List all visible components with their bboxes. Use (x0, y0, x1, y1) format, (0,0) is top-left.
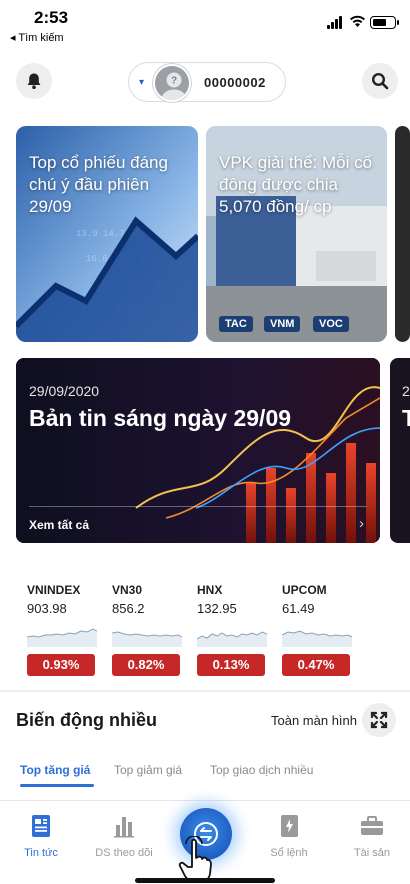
order-book-icon (281, 815, 298, 837)
tab-top-losers[interactable]: Top giảm giá (114, 763, 182, 777)
index-sparkline (197, 631, 267, 647)
stock-tag[interactable]: TAC (219, 316, 253, 332)
index-value: 132.95 (197, 601, 237, 616)
nav-label: Tài sản (353, 847, 391, 859)
nav-assets[interactable]: Tài sản (336, 813, 408, 863)
nav-watchlist[interactable]: DS theo dõi (88, 813, 160, 863)
bulletin-date: 29/09/2020 (29, 383, 100, 399)
news-title: Top cổ phiếu đáng chú ý đầu phiên 29/09 (29, 153, 168, 216)
index-sparkline (112, 631, 182, 647)
nav-news[interactable]: Tin tức (5, 813, 77, 863)
avatar-placeholder-glyph: ? (171, 76, 177, 87)
index-name: UPCOM (282, 583, 327, 597)
divider (29, 506, 367, 507)
search-button[interactable] (362, 63, 398, 99)
nav-label: DS theo dõi (95, 847, 153, 859)
avatar: ? (153, 64, 191, 102)
back-to-search-link[interactable]: ◂ Tìm kiếm (10, 31, 64, 44)
chevron-right-icon: › (359, 515, 364, 532)
view-all-link[interactable]: Xem tất cả (29, 518, 89, 532)
index-tile-upcom[interactable]: UPCOM 61.49 0.47% (282, 583, 352, 677)
status-bar: 2:53 ◂ Tìm kiếm (0, 0, 410, 50)
battery-icon (370, 16, 399, 29)
index-name: HNX (197, 583, 223, 597)
bell-icon (27, 73, 41, 89)
index-change-badge: 0.13% (197, 654, 265, 676)
fullscreen-button[interactable] (362, 703, 396, 737)
cellular-signal-icon (327, 16, 345, 29)
index-change-badge: 0.47% (282, 654, 350, 676)
peek-title: T (402, 405, 410, 431)
section-title: Biến động nhiều (16, 710, 157, 730)
index-sparkline (27, 628, 97, 647)
stock-tag[interactable]: VOC (313, 316, 349, 332)
news-card[interactable]: 13.9 14.7 8516.6 17.2 5.4 19.9 18.3 3.61… (16, 126, 198, 342)
index-value: 903.98 (27, 601, 67, 616)
chevron-down-icon: ▾ (139, 77, 145, 88)
index-change-badge: 0.93% (27, 654, 95, 676)
active-tab-indicator (20, 784, 94, 787)
search-icon (371, 72, 389, 90)
section-divider (0, 690, 410, 692)
expand-icon (370, 711, 388, 729)
tab-top-volume[interactable]: Top giao dịch nhiều (210, 763, 313, 777)
bulletin-card-peek[interactable]: 2 T (390, 358, 410, 543)
stock-tag[interactable]: VNM (264, 316, 301, 332)
fullscreen-label[interactable]: Toàn màn hình (271, 713, 357, 728)
index-name: VN30 (112, 583, 143, 597)
nav-order-book[interactable]: Sổ lệnh (253, 813, 325, 863)
index-value: 856.2 (112, 601, 145, 616)
bar-chart-icon (114, 817, 134, 838)
index-value: 61.49 (282, 601, 315, 616)
index-sparkline (282, 630, 352, 647)
morning-bulletin-card[interactable]: 29/09/2020 Bản tin sáng ngày 29/09 Xem t… (16, 358, 380, 543)
briefcase-icon (361, 816, 383, 835)
tap-hand-icon (178, 836, 212, 883)
notifications-button[interactable] (16, 63, 52, 99)
index-tile-vnindex[interactable]: VNINDEX 903.98 0.93% (27, 583, 97, 677)
home-indicator (135, 878, 275, 883)
peek-date: 2 (402, 383, 410, 399)
status-time: 2:53 (34, 8, 69, 27)
news-title: VPK giải thể: Mỗi cổ đông được chia 5,07… (219, 153, 373, 216)
index-change-badge: 0.82% (112, 654, 180, 676)
account-selector[interactable]: ▾ ? 00000002 (128, 62, 286, 102)
wifi-icon (350, 15, 365, 27)
index-tile-vn30[interactable]: VN30 856.2 0.82% (112, 583, 182, 677)
news-card-peek[interactable] (395, 126, 410, 342)
news-card[interactable]: VPK giải thể: Mỗi cổ đông được chia 5,07… (206, 126, 387, 342)
bulletin-title: Bản tin sáng ngày 29/09 (29, 405, 292, 431)
news-icon (32, 815, 50, 837)
nav-label: Sổ lệnh (270, 847, 308, 859)
account-id: 00000002 (204, 75, 266, 90)
nav-label: Tin tức (24, 847, 58, 859)
index-name: VNINDEX (27, 583, 81, 597)
index-tile-hnx[interactable]: HNX 132.95 0.13% (197, 583, 267, 677)
tab-top-gainers[interactable]: Top tăng giá (20, 763, 90, 777)
